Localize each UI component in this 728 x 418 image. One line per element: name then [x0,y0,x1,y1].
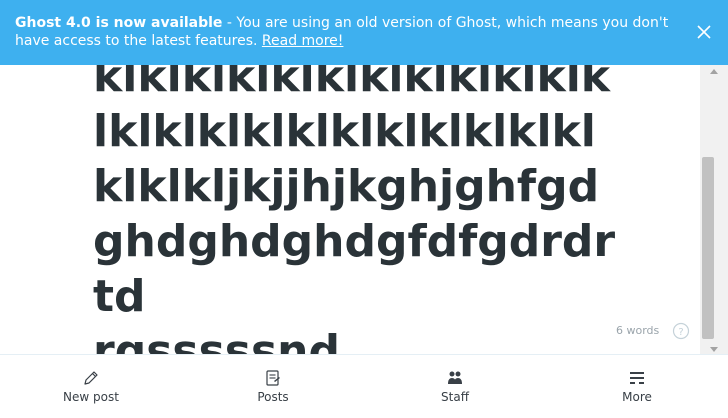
help-icon[interactable]: ? [672,322,690,340]
nav-staff-label: Staff [441,390,469,404]
title-line: lklklklklklklklklklklkl [93,106,596,157]
svg-text:?: ? [678,327,683,338]
upgrade-banner: Ghost 4.0 is now available - You are usi… [0,0,728,65]
title-line: rgsssssnd [93,326,340,354]
title-line: klklkljkjjhjkghjghfgd [93,161,600,212]
nav-staff[interactable]: Staff [364,355,546,418]
pencil-icon [84,371,98,385]
post-title[interactable]: drdrtdrgklklklklklklkl klklklklklklklklk… [93,36,633,354]
nav-posts-label: Posts [257,390,289,404]
post-editor[interactable]: drdrtdrgklklklklklklkl klklklklklklklklk… [0,36,700,354]
word-count: 6 words [616,324,660,337]
staff-icon [448,371,462,384]
banner-headline: Ghost 4.0 is now available [15,15,223,31]
posts-icon [266,370,280,386]
scrollbar-thumb[interactable] [702,157,714,339]
nav-posts[interactable]: Posts [182,355,364,418]
bottom-navigation: New post Posts Staff More [0,354,728,418]
scroll-up-arrow-icon[interactable] [710,69,718,74]
nav-more[interactable]: More [546,355,728,418]
more-menu-icon [630,372,644,384]
editor-scrollbar[interactable] [700,65,728,355]
scroll-down-arrow-icon[interactable] [710,347,718,352]
nav-new-post-label: New post [63,390,119,404]
nav-new-post[interactable]: New post [0,355,182,418]
banner-read-more-link[interactable]: Read more! [262,33,344,49]
close-icon[interactable] [696,24,712,40]
title-line: ghdghdghdgfdfgdrdrtd [93,216,616,322]
nav-more-label: More [622,390,652,404]
